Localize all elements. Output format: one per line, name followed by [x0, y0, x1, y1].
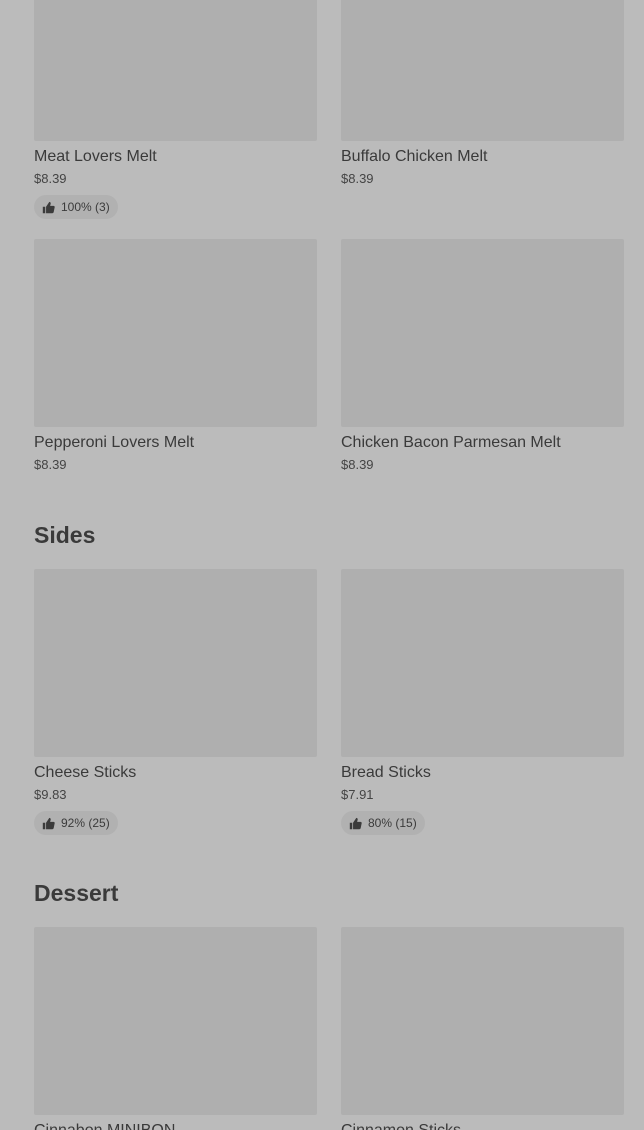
item-name: Cinnamon Sticks — [341, 1121, 624, 1130]
menu-item-card[interactable]: Cinnabon MINIBON — [34, 927, 317, 1130]
item-price: $8.39 — [34, 457, 67, 472]
rating-badge: 92% (25) — [34, 811, 118, 835]
item-name: Cinnabon MINIBON — [34, 1121, 317, 1130]
menu-item-card[interactable]: Cinnamon Sticks — [341, 927, 624, 1130]
item-name: Meat Lovers Melt — [34, 148, 157, 165]
sides-grid: Cheese Sticks $9.83 92% (25) Bread Stick… — [34, 569, 624, 835]
melts-grid: Meat Lovers Melt $8.39 100% (3) Buffalo … — [34, 0, 624, 219]
item-name: Cheese Sticks — [34, 764, 137, 781]
dessert-grid: Cinnabon MINIBON Cinnamon Sticks — [34, 927, 624, 1130]
menu-item-card[interactable]: Cheese Sticks $9.83 92% (25) — [34, 569, 317, 835]
item-image — [341, 569, 624, 757]
item-image — [34, 239, 317, 427]
item-image — [341, 0, 624, 141]
menu-page: Meat Lovers Melt $8.39 100% (3) Buffalo … — [0, 0, 644, 1130]
rating-text: 100% (3) — [61, 200, 110, 214]
menu-item-card[interactable]: Chicken Bacon Parmesan Melt $8.39 — [341, 239, 624, 473]
rating-text: 92% (25) — [61, 816, 110, 830]
thumbs-up-icon — [42, 817, 55, 829]
item-price: $7.91 — [341, 787, 374, 802]
rating-badge: 100% (3) — [34, 195, 118, 219]
menu-item-card[interactable]: Meat Lovers Melt $8.39 100% (3) — [34, 0, 317, 219]
thumbs-up-icon — [349, 817, 362, 829]
item-price: $8.39 — [341, 171, 374, 186]
item-name: Pepperoni Lovers Melt — [34, 434, 195, 451]
item-image — [34, 0, 317, 141]
menu-item-card[interactable]: Bread Sticks $7.91 80% (15) — [341, 569, 624, 835]
item-price: $9.83 — [34, 787, 67, 802]
item-image — [34, 569, 317, 757]
item-price: $8.39 — [34, 171, 67, 186]
item-name: Bread Sticks — [341, 764, 431, 781]
item-image — [341, 239, 624, 427]
section-title-sides: Sides — [34, 522, 96, 548]
item-name: Chicken Bacon Parmesan Melt — [341, 434, 561, 451]
rating-badge: 80% (15) — [341, 811, 425, 835]
menu-item-card[interactable]: Buffalo Chicken Melt $8.39 — [341, 0, 624, 219]
section-title-dessert: Dessert — [34, 880, 119, 906]
thumbs-up-icon — [42, 201, 55, 213]
rating-text: 80% (15) — [368, 816, 417, 830]
item-price: $8.39 — [341, 457, 374, 472]
item-name: Buffalo Chicken Melt — [341, 148, 488, 165]
menu-item-card[interactable]: Pepperoni Lovers Melt $8.39 — [34, 239, 317, 473]
item-image — [34, 927, 317, 1115]
melts-grid-row-2: Pepperoni Lovers Melt $8.39 Chicken Baco… — [34, 239, 624, 473]
item-image — [341, 927, 624, 1115]
